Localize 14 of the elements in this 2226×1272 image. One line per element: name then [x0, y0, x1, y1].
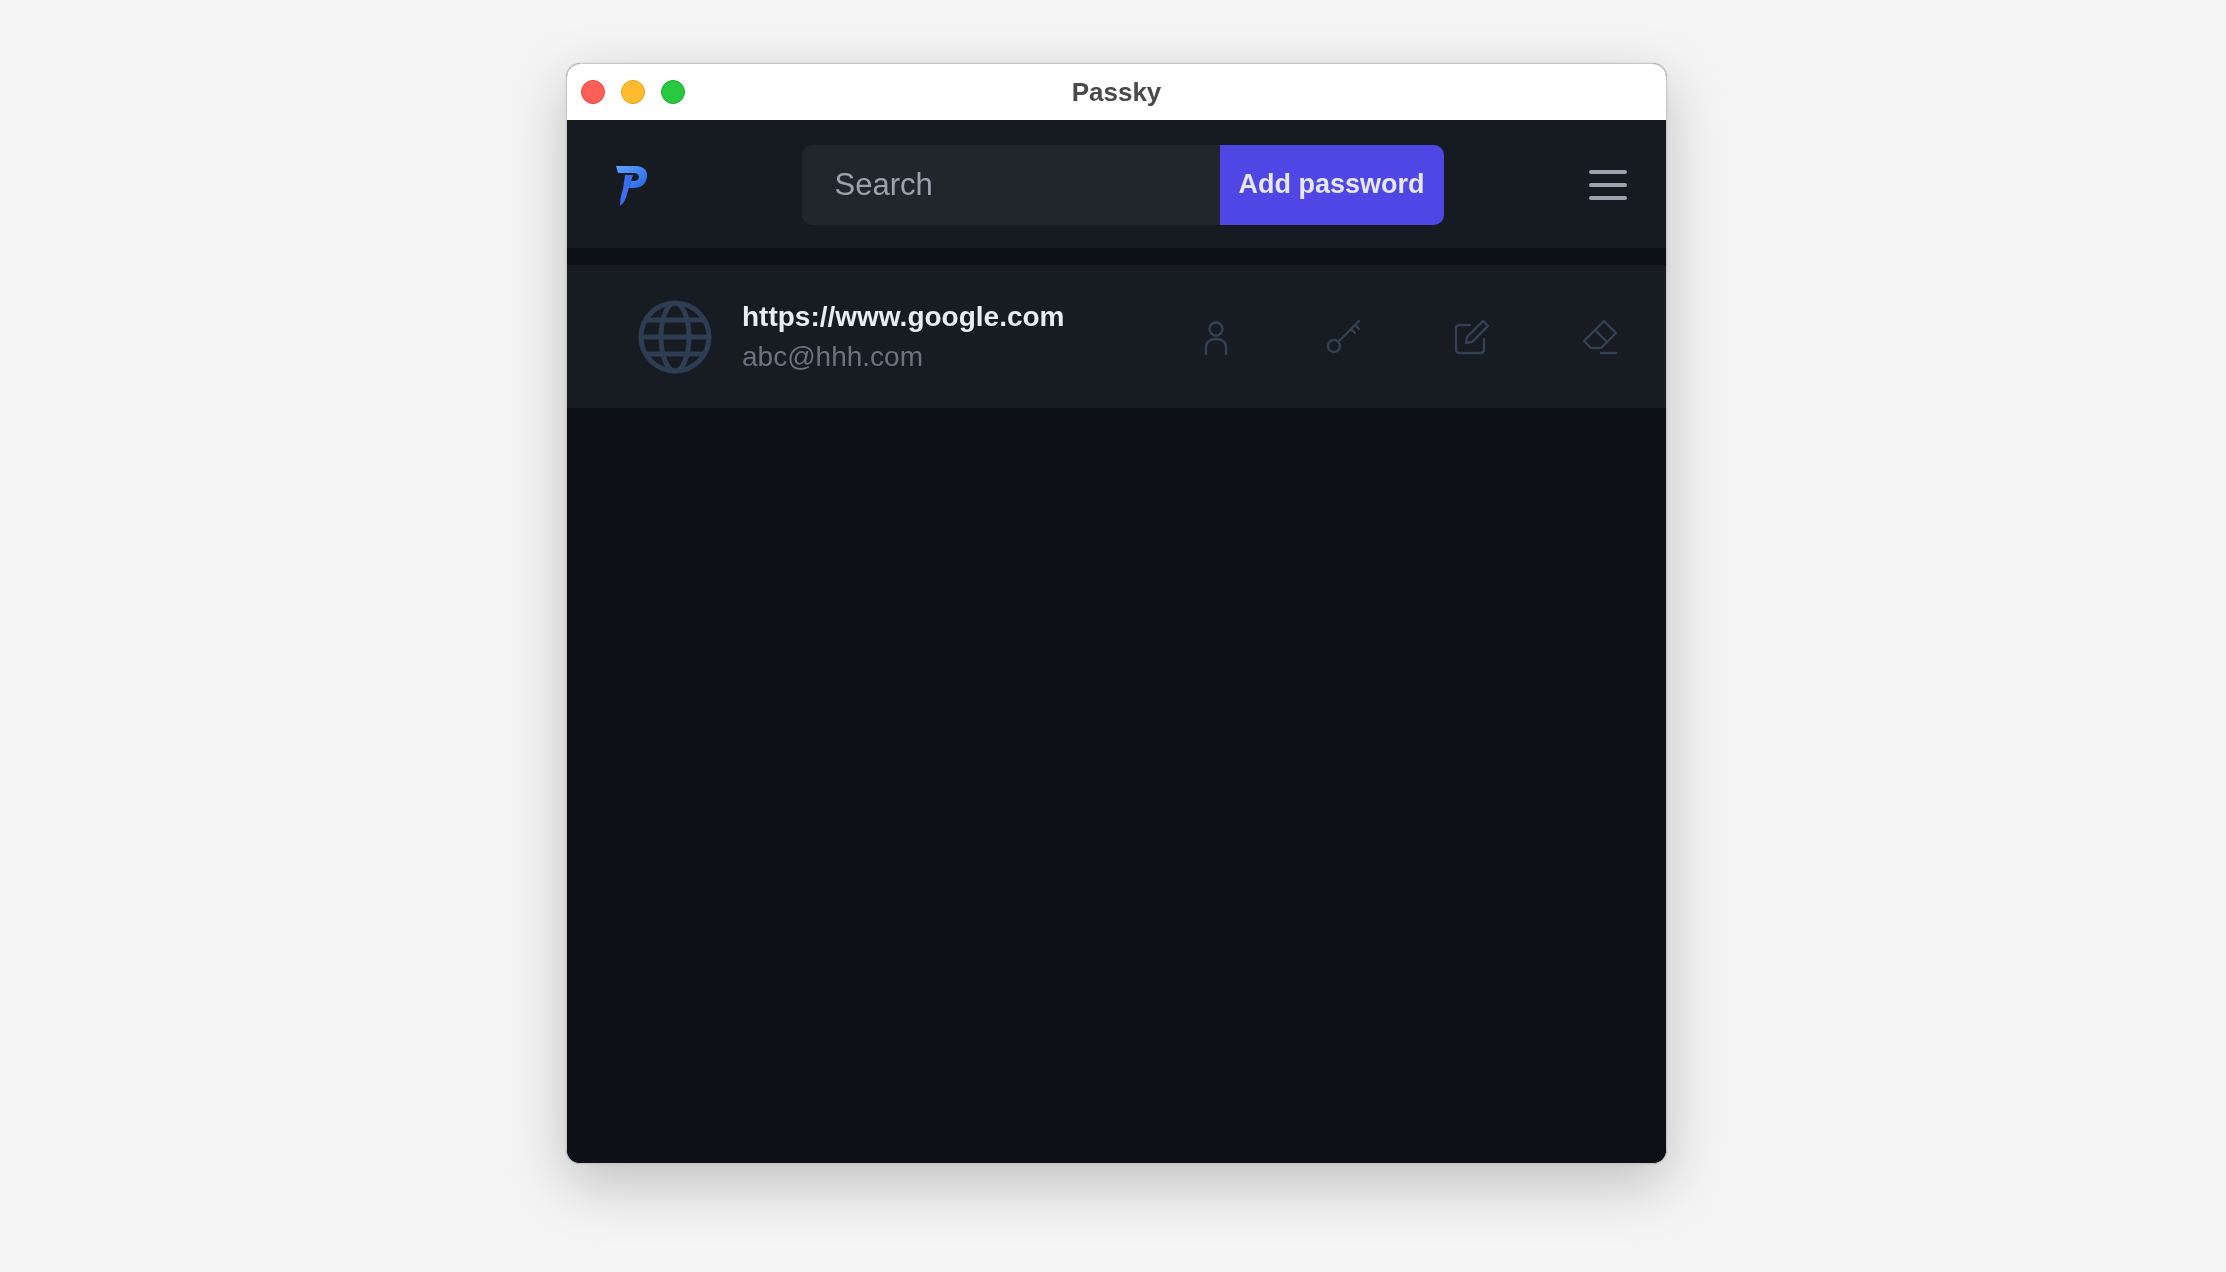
search-field[interactable]: Search [801, 144, 1220, 225]
eraser-icon[interactable] [1582, 318, 1618, 355]
minimize-button[interactable] [621, 80, 645, 104]
key-icon[interactable] [1326, 318, 1362, 355]
username-text: abc@hhh.com [742, 339, 924, 374]
edit-icon[interactable] [1454, 318, 1490, 355]
website-url: https://www.google.com [742, 299, 1066, 334]
menu-icon[interactable] [1589, 169, 1627, 200]
globe-icon [638, 299, 712, 374]
add-password-button[interactable]: Add password [1219, 144, 1444, 225]
close-button[interactable] [581, 80, 605, 104]
zoom-button[interactable] [661, 80, 685, 104]
logo-icon [614, 163, 648, 206]
window-title: Passky [1071, 76, 1162, 108]
